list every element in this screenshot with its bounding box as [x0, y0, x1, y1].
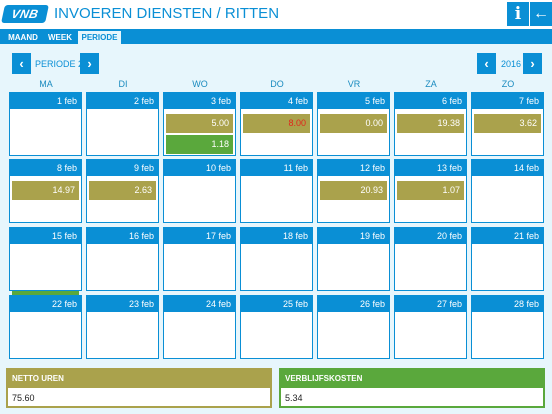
verblijfskosten-box: VERBLIJFSKOSTEN 5.34: [279, 368, 545, 408]
prev-period-button[interactable]: ‹: [12, 53, 31, 74]
day-cell[interactable]: 22 feb: [9, 295, 82, 359]
day-date: 15 feb: [10, 228, 81, 244]
day-date: 20 feb: [395, 228, 466, 244]
day-cell[interactable]: 28 feb: [471, 295, 544, 359]
day-date: 13 feb: [395, 160, 466, 176]
day-cell[interactable]: 19 feb: [317, 227, 390, 291]
tab-maand[interactable]: MAAND: [4, 31, 42, 44]
day-date: 8 feb: [10, 160, 81, 176]
day-date: 9 feb: [87, 160, 158, 176]
day-date: 1 feb: [10, 93, 81, 109]
chevron-left-icon: ‹: [19, 56, 24, 71]
period-label: PERIODE 2: [35, 59, 84, 69]
shift-entry[interactable]: 0.00: [320, 114, 387, 133]
day-cell[interactable]: 12 feb 20.93: [317, 159, 390, 223]
day-cell[interactable]: 20 feb: [394, 227, 467, 291]
vnb-logo: VNB: [1, 5, 49, 23]
next-period-button[interactable]: ›: [80, 53, 99, 74]
day-date: 26 feb: [318, 296, 389, 312]
chevron-right-icon: ›: [530, 56, 535, 71]
view-tabs: MAAND WEEK PERIODE: [0, 29, 552, 44]
day-cell[interactable]: 7 feb 3.62: [471, 92, 544, 156]
day-cell[interactable]: 17 feb: [163, 227, 236, 291]
shift-entry[interactable]: 19.38: [397, 114, 464, 133]
tab-week[interactable]: WEEK: [45, 31, 75, 44]
day-date: 17 feb: [164, 228, 235, 244]
weekday-label: DO: [270, 79, 284, 89]
day-cell[interactable]: 2 feb: [86, 92, 159, 156]
day-date: 12 feb: [318, 160, 389, 176]
day-cell[interactable]: 1 feb: [9, 92, 82, 156]
day-date: 6 feb: [395, 93, 466, 109]
day-date: 18 feb: [241, 228, 312, 244]
weekday-label: MA: [39, 79, 53, 89]
chevron-left-icon: ‹: [484, 56, 489, 71]
day-cell[interactable]: 6 feb 19.38: [394, 92, 467, 156]
day-date: 28 feb: [472, 296, 543, 312]
day-cell[interactable]: 14 feb: [471, 159, 544, 223]
shift-entry[interactable]: 8.00: [243, 114, 310, 133]
shift-entry[interactable]: 14.97: [12, 181, 79, 200]
day-cell[interactable]: 25 feb: [240, 295, 313, 359]
shift-entry[interactable]: 2.63: [89, 181, 156, 200]
day-cell[interactable]: 11 feb: [240, 159, 313, 223]
day-cell[interactable]: 13 feb 1.07: [394, 159, 467, 223]
day-cell[interactable]: 8 feb 14.97: [9, 159, 82, 223]
day-cell[interactable]: 3 feb 5.00 1.18: [163, 92, 236, 156]
app-header: VNB INVOEREN DIENSTEN / RITTEN i ←: [0, 0, 552, 28]
info-button[interactable]: i: [507, 2, 529, 26]
day-date: 14 feb: [472, 160, 543, 176]
shift-entry[interactable]: 20.93: [320, 181, 387, 200]
day-date: 7 feb: [472, 93, 543, 109]
day-cell[interactable]: 4 feb 8.00: [240, 92, 313, 156]
day-date: 22 feb: [10, 296, 81, 312]
verblijfskosten-label: VERBLIJFSKOSTEN: [281, 370, 543, 388]
day-date: 16 feb: [87, 228, 158, 244]
day-date: 11 feb: [241, 160, 312, 176]
weekday-label: ZO: [501, 79, 515, 89]
shift-entry[interactable]: 3.62: [474, 114, 541, 133]
tab-periode[interactable]: PERIODE: [78, 31, 121, 44]
day-date: 19 feb: [318, 228, 389, 244]
day-date: 5 feb: [318, 93, 389, 109]
shift-entry[interactable]: 5.00: [166, 114, 233, 133]
weekday-label: DI: [118, 79, 128, 89]
day-date: 4 feb: [241, 93, 312, 109]
shift-entry[interactable]: 1.07: [397, 181, 464, 200]
day-date: 21 feb: [472, 228, 543, 244]
day-date: 25 feb: [241, 296, 312, 312]
day-cell[interactable]: 15 feb4.16: [9, 227, 82, 310]
year-label: 2016: [501, 59, 522, 69]
netto-uren-label: NETTO UREN: [8, 370, 270, 388]
day-cell[interactable]: 27 feb: [394, 295, 467, 359]
back-button[interactable]: ←: [530, 2, 552, 26]
day-date: 23 feb: [87, 296, 158, 312]
weekday-label: WO: [192, 79, 208, 89]
day-date: 10 feb: [164, 160, 235, 176]
prev-year-button[interactable]: ‹: [477, 53, 496, 74]
day-cell[interactable]: 5 feb 0.00: [317, 92, 390, 156]
netto-uren-value: 75.60: [12, 393, 35, 403]
day-cell[interactable]: 21 feb: [471, 227, 544, 291]
next-year-button[interactable]: ›: [523, 53, 542, 74]
day-cell[interactable]: 24 feb: [163, 295, 236, 359]
day-date: 3 feb: [164, 93, 235, 109]
weekday-label: VR: [347, 79, 361, 89]
day-cell[interactable]: 10 feb: [163, 159, 236, 223]
day-date: 27 feb: [395, 296, 466, 312]
day-date: 2 feb: [87, 93, 158, 109]
day-cell[interactable]: 16 feb: [86, 227, 159, 291]
day-date: 24 feb: [164, 296, 235, 312]
weekday-label: ZA: [425, 79, 437, 89]
chevron-right-icon: ›: [87, 56, 92, 71]
netto-uren-box: NETTO UREN 75.60: [6, 368, 272, 408]
day-cell[interactable]: 9 feb 2.63: [86, 159, 159, 223]
day-cell[interactable]: 18 feb: [240, 227, 313, 291]
day-cell[interactable]: 26 feb: [317, 295, 390, 359]
page-title: INVOEREN DIENSTEN / RITTEN: [54, 5, 280, 22]
day-cell[interactable]: 23 feb: [86, 295, 159, 359]
ride-entry[interactable]: 1.18: [166, 135, 233, 154]
verblijfskosten-value: 5.34: [285, 393, 303, 403]
